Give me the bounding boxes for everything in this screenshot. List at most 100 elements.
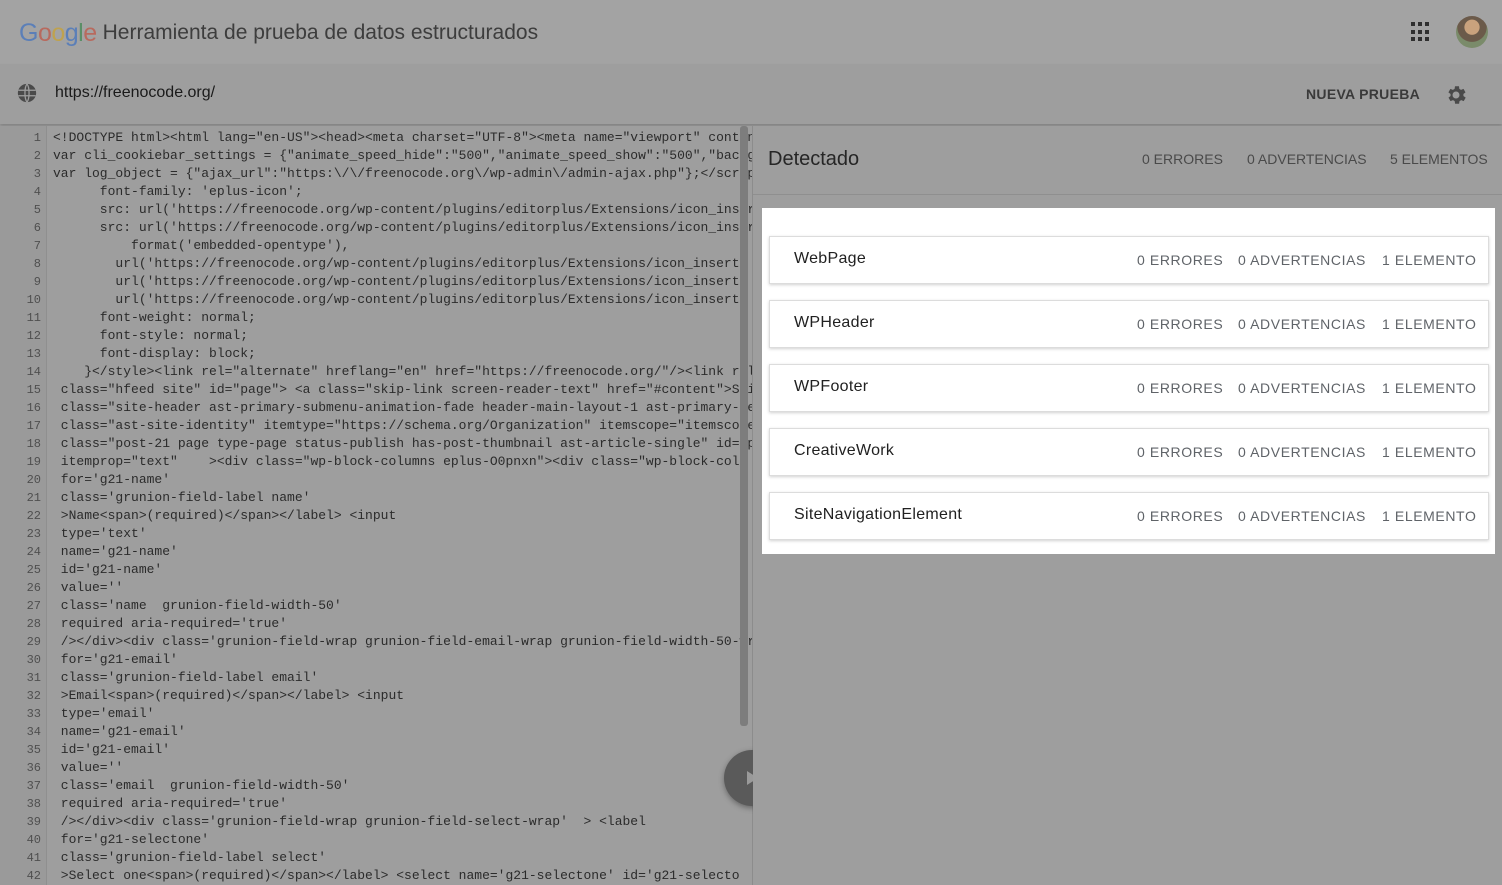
result-row-creativework[interactable]: CreativeWork 0 ERRORES 0 ADVERTENCIAS 1 …: [769, 428, 1489, 476]
code-text: type='text': [53, 526, 147, 541]
line-number: 40: [26, 833, 41, 847]
code-line: 41 class='grunion-field-label select': [0, 849, 752, 867]
result-items: 1 ELEMENTO: [1382, 316, 1477, 332]
gear-icon[interactable]: [1444, 83, 1468, 107]
line-number: 17: [26, 419, 41, 433]
line-number: 21: [26, 491, 41, 505]
code-text: /></div><div class='grunion-field-wrap g…: [53, 634, 753, 649]
line-number: 34: [26, 725, 41, 739]
code-line: 6 src: url('https://freenocode.org/wp-co…: [0, 219, 752, 237]
result-items: 1 ELEMENTO: [1382, 380, 1477, 396]
code-line: 35 id='g21-email': [0, 741, 752, 759]
code-text: for='g21-selectone': [53, 832, 210, 847]
code-text: value='': [53, 580, 124, 595]
code-text: var log_object = {"ajax_url":"https:\/\/…: [53, 166, 753, 181]
code-text: url('https://freenocode.org/wp-content/p…: [53, 256, 748, 271]
line-number: 14: [26, 365, 41, 379]
result-errors: 0 ERRORES: [1137, 380, 1224, 396]
line-number: 5: [33, 203, 41, 217]
result-row-wpfooter[interactable]: WPFooter 0 ERRORES 0 ADVERTENCIAS 1 ELEM…: [769, 364, 1489, 412]
code-text: }</style><link rel="alternate" hreflang=…: [53, 364, 753, 379]
code-line: 33 type='email': [0, 705, 752, 723]
code-line: 42 >Select one<span>(required)</span></l…: [0, 867, 752, 885]
line-number: 38: [26, 797, 41, 811]
line-number: 23: [26, 527, 41, 541]
line-number: 26: [26, 581, 41, 595]
result-errors: 0 ERRORES: [1137, 444, 1224, 460]
avatar[interactable]: [1456, 16, 1488, 48]
result-row-webpage[interactable]: WebPage 0 ERRORES 0 ADVERTENCIAS 1 ELEME…: [769, 236, 1489, 284]
logo-letter: g: [64, 18, 79, 47]
code-line: 32 >Email<span>(required)</span></label>…: [0, 687, 752, 705]
line-number: 35: [26, 743, 41, 757]
code-text: value='': [53, 760, 124, 775]
line-number: 18: [26, 437, 41, 451]
logo-letter: o: [51, 18, 65, 47]
total-errors: 0 ERRORES: [1142, 151, 1223, 167]
code-line: 30 for='g21-email': [0, 651, 752, 669]
line-number: 25: [26, 563, 41, 577]
line-number: 9: [33, 275, 41, 289]
line-number: 29: [26, 635, 41, 649]
line-number: 33: [26, 707, 41, 721]
line-number: 22: [26, 509, 41, 523]
code-line: 26 value='': [0, 579, 752, 597]
code-line: 16 class="site-header ast-primary-submen…: [0, 399, 752, 417]
code-text: font-weight: normal;: [53, 310, 256, 325]
code-line: 13 font-display: block;: [0, 345, 752, 363]
code-line: 3 var log_object = {"ajax_url":"https:\/\…: [0, 165, 752, 183]
code-line: 40 for='g21-selectone': [0, 831, 752, 849]
line-number: 37: [26, 779, 41, 793]
code-text: class="post-21 page type-page status-pub…: [53, 436, 753, 451]
line-number: 10: [26, 293, 41, 307]
result-errors: 0 ERRORES: [1137, 252, 1224, 268]
code-line: 5 src: url('https://freenocode.org/wp-co…: [0, 201, 752, 219]
line-number: 27: [26, 599, 41, 613]
code-text: class='grunion-field-label email': [53, 670, 319, 685]
apps-grid-icon[interactable]: [1411, 22, 1431, 42]
code-text: url('https://freenocode.org/wp-content/p…: [53, 292, 748, 307]
result-errors: 0 ERRORES: [1137, 508, 1224, 524]
line-number: 2: [33, 149, 41, 163]
result-row-sitenavigationelement[interactable]: SiteNavigationElement 0 ERRORES 0 ADVERT…: [769, 492, 1489, 540]
code-line: 34 name='g21-email': [0, 723, 752, 741]
code-line: 2 var cli_cookiebar_settings = {"animate_…: [0, 147, 752, 165]
line-number: 1: [33, 131, 41, 145]
result-warnings: 0 ADVERTENCIAS: [1238, 380, 1366, 396]
result-type-name: WebPage: [794, 250, 867, 267]
code-text: name='g21-email': [53, 724, 186, 739]
code-text: font-family: 'eplus-icon';: [53, 184, 303, 199]
logo-letter: e: [83, 18, 97, 47]
code-text: required aria-required='true': [53, 796, 288, 811]
code-line: 4 font-family: 'eplus-icon';: [0, 183, 752, 201]
code-text: /></div><div class='grunion-field-wrap g…: [53, 814, 646, 829]
line-number: 36: [26, 761, 41, 775]
result-items: 1 ELEMENTO: [1382, 252, 1477, 268]
code-text: font-style: normal;: [53, 328, 249, 343]
new-test-button[interactable]: NUEVA PRUEBA: [1306, 86, 1420, 102]
code-line: 24 name='g21-name': [0, 543, 752, 561]
code-text: url('https://freenocode.org/wp-content/p…: [53, 274, 748, 289]
code-text: for='g21-name': [53, 472, 171, 487]
result-errors: 0 ERRORES: [1137, 316, 1224, 332]
url-input[interactable]: https://freenocode.org/: [55, 84, 215, 102]
code-editor[interactable]: 1 <!DOCTYPE html><html lang="en-US"><head…: [0, 126, 753, 885]
result-type-name: WPHeader: [794, 314, 875, 331]
code-text: type='email': [53, 706, 155, 721]
line-number: 41: [26, 851, 41, 865]
code-line: 38 required aria-required='true': [0, 795, 752, 813]
code-line: 28 required aria-required='true': [0, 615, 752, 633]
result-items: 1 ELEMENTO: [1382, 444, 1477, 460]
code-text: class='name grunion-field-width-50': [53, 598, 342, 613]
app-title: Herramienta de prueba de datos estructur…: [102, 21, 539, 44]
code-text: var cli_cookiebar_settings = {"animate_s…: [53, 148, 753, 163]
code-scrollbar[interactable]: [740, 126, 748, 726]
code-text: class="hfeed site" id="page"> <a class="…: [53, 382, 753, 397]
line-number: 19: [26, 455, 41, 469]
result-row-wpheader[interactable]: WPHeader 0 ERRORES 0 ADVERTENCIAS 1 ELEM…: [769, 300, 1489, 348]
code-text: class="ast-site-identity" itemtype="http…: [53, 418, 753, 433]
globe-icon: [17, 83, 37, 103]
line-number: 6: [33, 221, 41, 235]
line-number: 11: [26, 311, 41, 325]
result-warnings: 0 ADVERTENCIAS: [1238, 316, 1366, 332]
